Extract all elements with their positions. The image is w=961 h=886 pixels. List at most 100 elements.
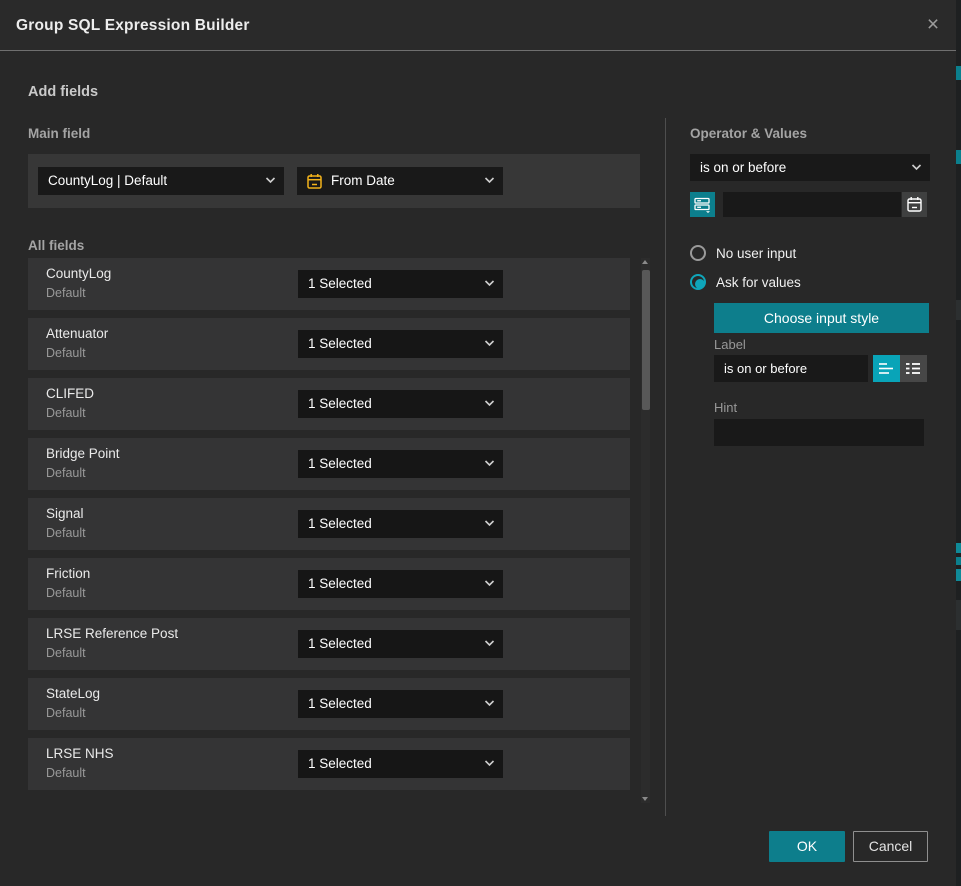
hint-input[interactable] [714,419,924,446]
edge-segment [956,300,961,320]
screen: Group SQL Expression Builder × Add field… [0,0,961,886]
field-selected-dropdown[interactable]: 1 Selected [298,690,503,718]
list-input-style-button[interactable] [900,355,927,382]
label-field-label: Label [714,337,746,352]
main-layer-dropdown[interactable]: CountyLog | Default [38,167,284,195]
chevron-down-icon [484,759,495,767]
operator-dropdown[interactable]: is on or before [690,154,930,181]
field-selected-dropdown[interactable]: 1 Selected [298,570,503,598]
chevron-down-icon [484,699,495,707]
field-row: StateLog Default 1 Selected [28,678,630,730]
field-selected-dropdown[interactable]: 1 Selected [298,750,503,778]
scrollbar-up-arrow-icon[interactable] [642,260,648,264]
field-row: CLIFED Default 1 Selected [28,378,630,430]
chevron-down-icon [484,399,495,407]
chevron-down-icon [484,579,495,587]
field-selected-dropdown[interactable]: 1 Selected [298,630,503,658]
field-selected-dropdown[interactable]: 1 Selected [298,510,503,538]
field-selected-value: 1 Selected [308,450,372,478]
radio-label: Ask for values [716,275,801,290]
field-name: LRSE Reference Post [46,626,178,641]
field-name: Attenuator [46,326,108,341]
field-selected-value: 1 Selected [308,630,372,658]
field-name: Signal [46,506,84,521]
radio-label: No user input [716,246,796,261]
radio-no-user-input[interactable]: No user input [690,245,850,263]
field-row: Friction Default 1 Selected [28,558,630,610]
all-fields-list: CountyLog Default 1 Selected Attenuator … [28,258,652,803]
main-date-field-dropdown[interactable]: From Date [297,167,503,195]
text-input-style-button[interactable] [873,355,900,382]
cancel-button[interactable]: Cancel [853,831,928,862]
hint-field-label: Hint [714,400,737,415]
main-date-field-value: From Date [331,167,395,195]
calendar-icon [306,173,323,190]
dialog-titlebar: Group SQL Expression Builder × [0,0,956,51]
list-scrollbar[interactable] [641,258,650,803]
add-fields-heading: Add fields [28,84,98,100]
background-app-edge [956,0,961,886]
main-field-panel: CountyLog | Default From Date [28,154,640,208]
field-selected-dropdown[interactable]: 1 Selected [298,330,503,358]
unique-values-icon [694,196,711,213]
field-row: Bridge Point Default 1 Selected [28,438,630,490]
align-left-icon [878,360,895,377]
field-selected-dropdown[interactable]: 1 Selected [298,270,503,298]
field-selected-value: 1 Selected [308,690,372,718]
field-name: CountyLog [46,266,111,281]
chevron-down-icon [484,519,495,527]
scrollbar-down-arrow-icon[interactable] [642,797,648,801]
date-picker-button[interactable] [902,192,927,217]
ok-button[interactable]: OK [769,831,845,862]
chevron-down-icon [484,459,495,467]
field-selected-dropdown[interactable]: 1 Selected [298,390,503,418]
field-subtitle: Default [46,706,86,720]
choose-input-style-button[interactable]: Choose input style [714,303,929,333]
field-name: CLIFED [46,386,94,401]
edge-accent-segment [956,557,961,565]
chevron-down-icon [484,639,495,647]
close-icon[interactable]: × [922,14,944,36]
value-input[interactable] [723,192,901,217]
field-row: Attenuator Default 1 Selected [28,318,630,370]
main-field-label: Main field [28,126,90,141]
field-row: CountyLog Default 1 Selected [28,258,630,310]
group-sql-expression-builder-dialog: Group SQL Expression Builder × Add field… [0,0,956,886]
chevron-down-icon [911,163,922,171]
field-name: Bridge Point [46,446,120,461]
field-selected-value: 1 Selected [308,750,372,778]
dialog-title: Group SQL Expression Builder [16,0,250,51]
field-name: StateLog [46,686,100,701]
edge-accent-segment [956,569,961,581]
field-selected-value: 1 Selected [308,570,372,598]
chevron-down-icon [484,279,495,287]
field-subtitle: Default [46,646,86,660]
chevron-down-icon [484,339,495,347]
field-name: Friction [46,566,90,581]
field-row: LRSE NHS Default 1 Selected [28,738,630,790]
radio-ask-for-values[interactable]: Ask for values [690,274,850,292]
field-name: LRSE NHS [46,746,114,761]
field-subtitle: Default [46,466,86,480]
field-selected-dropdown[interactable]: 1 Selected [298,450,503,478]
panel-divider [665,118,666,816]
field-row: Signal Default 1 Selected [28,498,630,550]
list-icon [905,360,922,377]
edge-accent-segment [956,543,961,553]
calendar-icon [906,196,923,213]
edge-segment [956,600,961,630]
chevron-down-icon [265,176,276,184]
chevron-down-icon [484,176,495,184]
field-subtitle: Default [46,586,86,600]
edge-accent-segment [956,66,961,80]
radio-circle-icon [690,245,706,261]
field-subtitle: Default [46,286,86,300]
label-input[interactable] [714,355,868,382]
unique-values-icon-button[interactable] [690,192,715,217]
field-selected-value: 1 Selected [308,390,372,418]
field-subtitle: Default [46,346,86,360]
all-fields-label: All fields [28,238,84,253]
field-subtitle: Default [46,406,86,420]
scrollbar-thumb[interactable] [642,270,650,410]
radio-circle-icon [690,274,706,290]
